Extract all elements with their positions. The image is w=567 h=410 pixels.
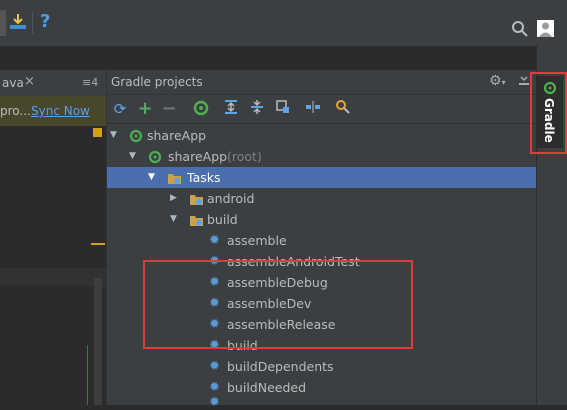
- tree-node-build-folder[interactable]: ▼ build: [107, 209, 536, 230]
- tree-node-module[interactable]: ▼ shareApp (root): [107, 146, 536, 167]
- expand-all-icon[interactable]: [221, 99, 241, 119]
- editor-tab-label[interactable]: ava: [2, 76, 24, 90]
- gradle-run-icon[interactable]: [191, 99, 211, 119]
- expand-arrow-icon[interactable]: ▼: [148, 167, 155, 188]
- expand-arrow-icon[interactable]: ▼: [170, 209, 177, 230]
- expand-arrow-icon[interactable]: ▼: [129, 146, 136, 167]
- tree-node-tasks[interactable]: ▼ Tasks: [107, 167, 536, 188]
- sync-now-link[interactable]: Sync Now: [31, 104, 90, 118]
- refresh-icon[interactable]: ⟳: [110, 99, 130, 119]
- current-line: [0, 268, 106, 286]
- change-marker: [93, 128, 102, 137]
- tree-node-project[interactable]: ▼ shareApp: [107, 125, 536, 146]
- gradle-panel-header: Gradle projects ⚙▾: [107, 70, 536, 95]
- gradle-toolbar: ⟳ + −: [107, 95, 536, 124]
- tree-node-label: shareApp: [147, 128, 207, 143]
- highlight-assemble-tasks: [143, 260, 413, 349]
- partial-gear-icon: ✹: [209, 395, 220, 410]
- remove-icon[interactable]: −: [159, 99, 179, 119]
- toggle-offline-icon[interactable]: [303, 99, 323, 119]
- toolbar-edge-icon[interactable]: [0, 10, 6, 36]
- tree-node-label: build: [207, 212, 238, 227]
- tree-node-label: Tasks: [187, 170, 221, 185]
- gear-icon: ✹: [209, 359, 220, 374]
- sync-notice-bar: pro... Sync Now: [0, 96, 106, 126]
- help-button[interactable]: ?: [40, 11, 50, 32]
- settings-wrench-icon[interactable]: [333, 99, 353, 119]
- task-item[interactable]: ✹ assemble: [107, 230, 536, 251]
- notice-text: pro...: [0, 104, 31, 118]
- editor-scrollbar[interactable]: [94, 278, 102, 405]
- expand-arrow-icon[interactable]: ▼: [110, 125, 117, 146]
- gear-icon: ✹: [209, 233, 220, 248]
- tree-node-label: android: [207, 191, 255, 206]
- highlight-gradle-tab: [530, 72, 567, 154]
- tree-node-label: shareApp: [168, 149, 228, 164]
- task-label: buildNeeded: [227, 380, 307, 395]
- main-toolbar: ?: [0, 0, 567, 47]
- add-icon[interactable]: +: [135, 99, 155, 119]
- guide-line: [87, 345, 88, 405]
- task-label: assemble: [227, 233, 287, 248]
- change-marker: [91, 243, 105, 245]
- task-item[interactable]: ✹ buildNeeded: [107, 377, 536, 398]
- collapse-arrow-icon[interactable]: ▶: [170, 188, 177, 209]
- hide-panel-icon[interactable]: [517, 72, 531, 86]
- close-icon[interactable]: ×: [24, 74, 35, 89]
- link-task-icon[interactable]: [273, 99, 293, 119]
- search-icon[interactable]: [511, 20, 529, 41]
- tree-node-android[interactable]: ▶ android: [107, 188, 536, 209]
- collapse-all-icon[interactable]: [247, 99, 267, 119]
- editor-tab-bar: ava × ≡4: [0, 70, 106, 97]
- panel-title: Gradle projects: [111, 75, 203, 89]
- user-icon[interactable]: [537, 20, 554, 37]
- tab-count-badge[interactable]: ≡4: [82, 76, 98, 89]
- tree-node-suffix: (root): [227, 149, 262, 164]
- task-label: buildDependents: [227, 359, 334, 374]
- gear-icon[interactable]: ⚙▾: [489, 73, 506, 89]
- sdk-manager-icon[interactable]: [8, 12, 28, 32]
- task-item[interactable]: ✹ buildDependents: [107, 356, 536, 377]
